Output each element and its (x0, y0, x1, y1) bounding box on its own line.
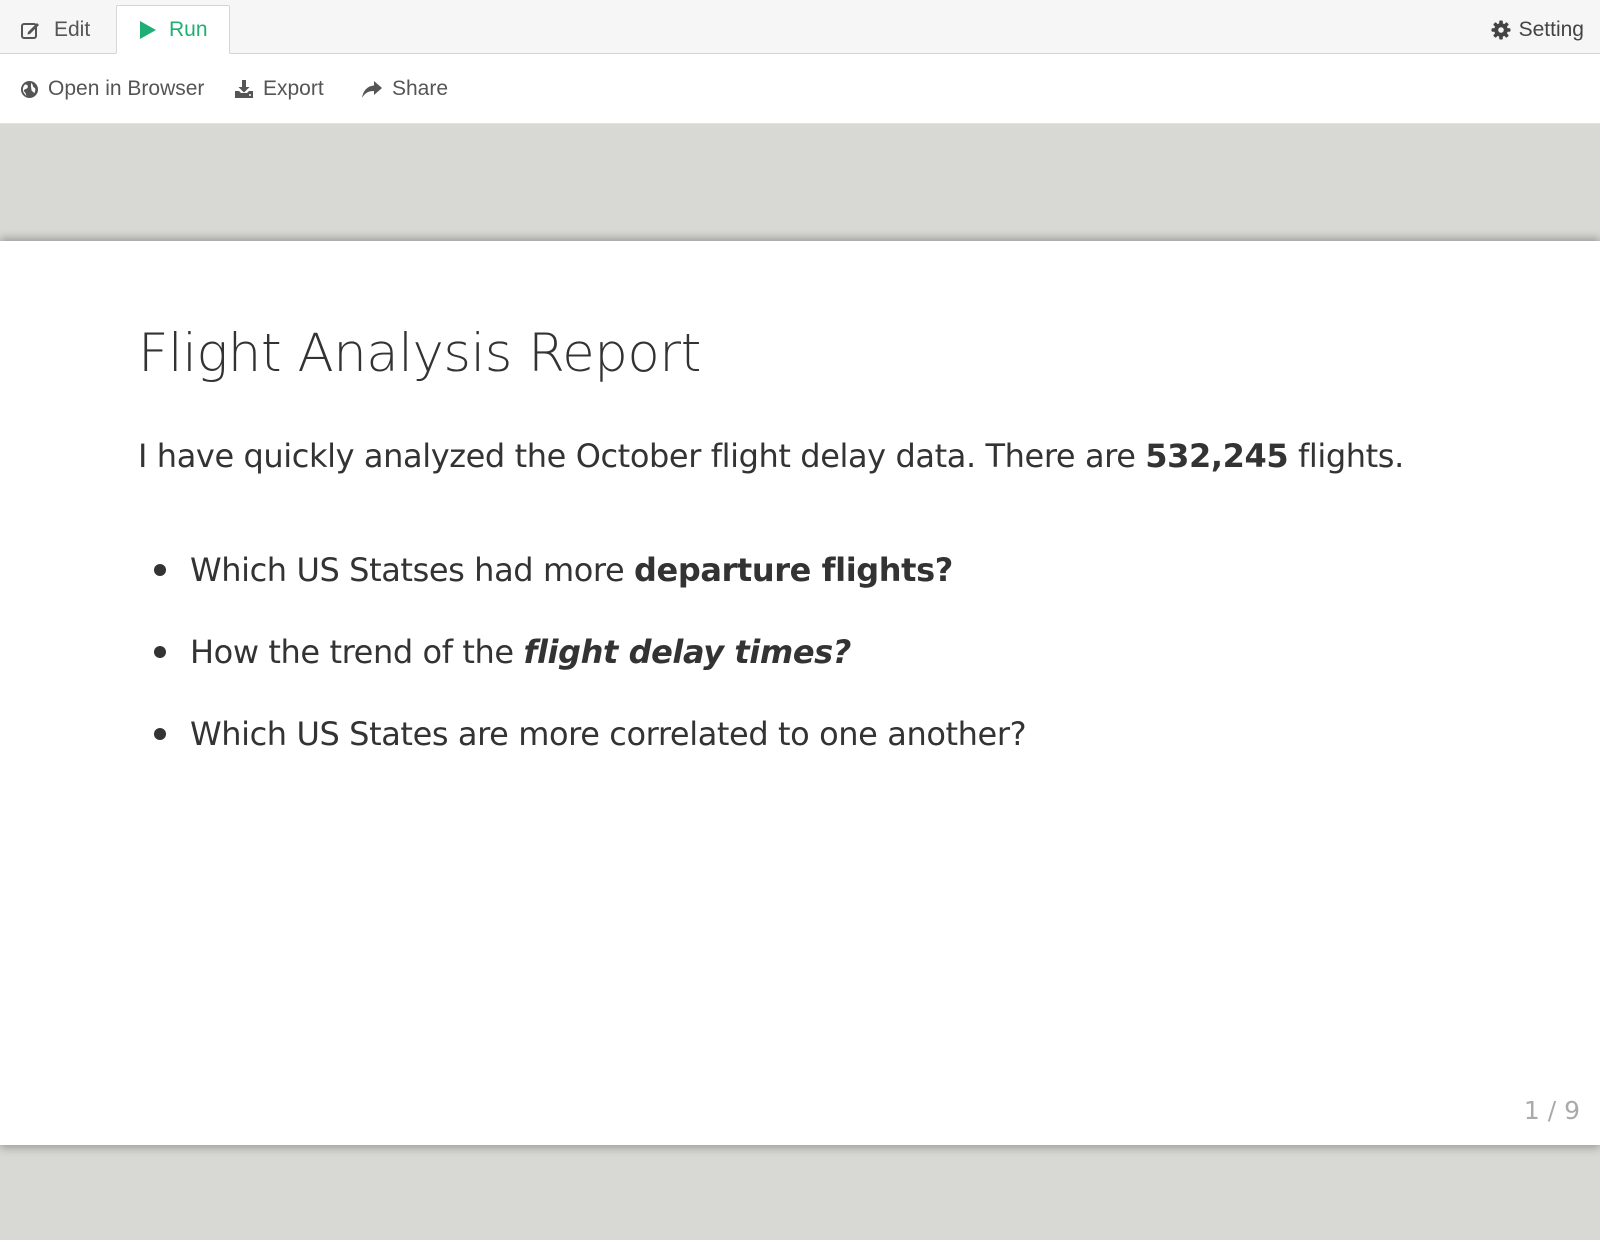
export-label: Export (263, 77, 324, 100)
bullet-text: Which US States are more correlated to o… (190, 715, 1027, 753)
tab-bar: Edit Run Setting (0, 0, 1600, 54)
play-icon (139, 20, 157, 40)
list-item: Which US States are more correlated to o… (150, 693, 1027, 775)
share-label: Share (392, 77, 449, 100)
list-item: Which US Statses had more departure flig… (150, 529, 1026, 611)
setting-button[interactable]: Setting (1491, 5, 1584, 54)
open-in-browser-label: Open in Browser (48, 77, 205, 100)
bullet-dot (154, 564, 166, 576)
bullet-dot (154, 646, 166, 658)
tab-edit[interactable]: Edit (20, 5, 90, 54)
globe-icon (20, 80, 39, 99)
export-button[interactable]: Export (234, 54, 324, 124)
setting-label: Setting (1518, 17, 1584, 41)
edit-icon (20, 19, 42, 41)
open-in-browser-button[interactable]: Open in Browser (20, 54, 204, 124)
bullet-dot (154, 728, 166, 740)
bullet-emphasis: flight delay times? (523, 633, 851, 671)
bullet-list: Which US Statses had more departure flig… (150, 529, 1027, 775)
slide: Flight Analysis Report I have quickly an… (0, 241, 1600, 1145)
slide-lead: I have quickly analyzed the October flig… (138, 437, 1404, 475)
flight-count: 532,245 (1145, 437, 1289, 475)
bullet-emphasis: departure flights? (634, 551, 953, 589)
download-icon (234, 79, 254, 99)
page-indicator: 1 / 9 (1523, 1096, 1580, 1125)
slide-title: Flight Analysis Report (138, 323, 701, 384)
lead-suffix: flights. (1288, 437, 1404, 475)
share-button[interactable]: Share (361, 54, 448, 124)
gear-icon (1491, 20, 1511, 40)
tab-run[interactable]: Run (116, 5, 230, 54)
tab-run-label: Run (169, 17, 208, 41)
bullet-text: Which US Statses had more (190, 551, 635, 589)
bullet-text: How the trend of the (190, 633, 524, 671)
share-icon (361, 79, 383, 99)
list-item: How the trend of the flight delay times? (150, 611, 1026, 693)
lead-prefix: I have quickly analyzed the October flig… (138, 437, 1146, 475)
presentation-stage: Flight Analysis Report I have quickly an… (0, 124, 1600, 1240)
tab-edit-label: Edit (54, 17, 91, 41)
action-toolbar: Open in Browser Export Share (0, 54, 1600, 124)
